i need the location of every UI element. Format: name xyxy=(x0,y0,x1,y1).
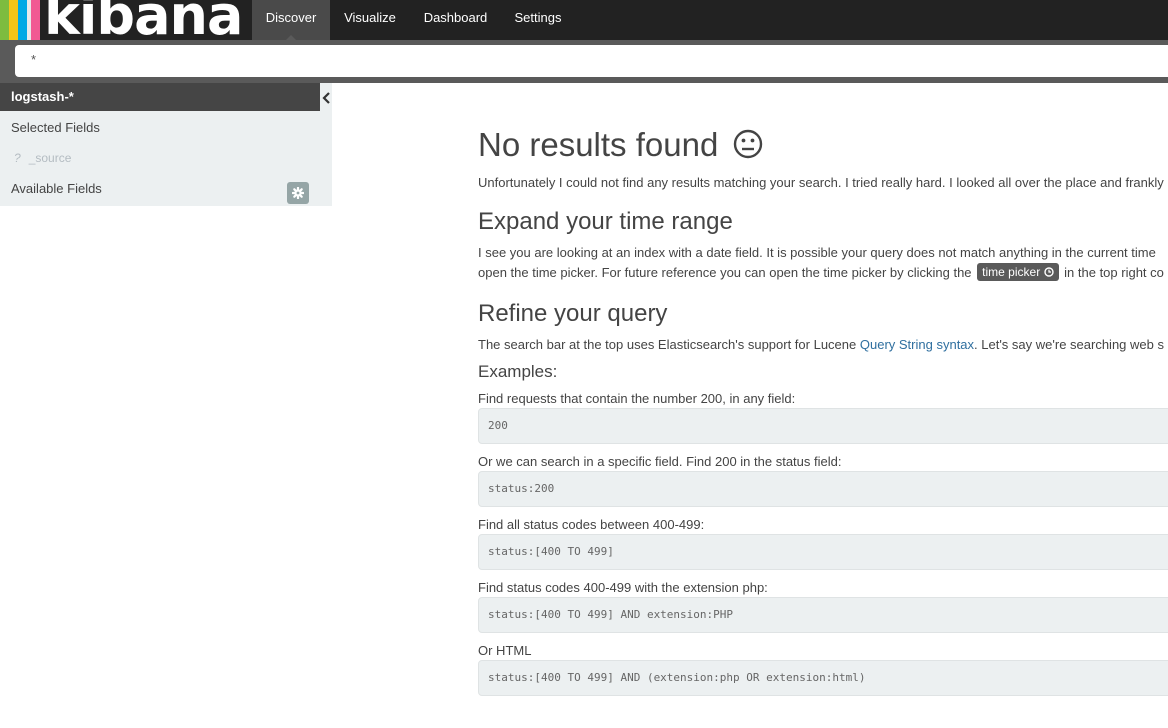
example-query: status:[400 TO 499] AND (extension:php O… xyxy=(478,660,1168,696)
refine-query-text: The search bar at the top uses Elasticse… xyxy=(478,337,1164,352)
example-description: Or we can search in a specific field. Fi… xyxy=(478,454,842,469)
example-query: 200 xyxy=(478,408,1168,444)
tab-dashboard[interactable]: Dashboard xyxy=(410,0,501,40)
search-input[interactable]: * xyxy=(15,45,1168,77)
source-field-item[interactable]: ? _source xyxy=(14,151,71,165)
neutral-face-icon xyxy=(734,129,763,159)
collapse-sidebar-button[interactable] xyxy=(320,83,332,111)
time-range-text-2: open the time picker. For future referen… xyxy=(478,263,1164,281)
refine-query-heading: Refine your query xyxy=(478,300,668,327)
time-picker-button[interactable]: time picker xyxy=(977,263,1059,281)
top-navbar: kibana Discover Visualize Dashboard Sett… xyxy=(0,0,1168,40)
gear-icon xyxy=(292,187,304,199)
logo-text: kibana xyxy=(44,0,243,40)
tab-settings[interactable]: Settings xyxy=(501,0,575,40)
example-query: status:[400 TO 499] AND extension:PHP xyxy=(478,597,1168,633)
logo-stripe xyxy=(18,0,27,40)
kibana-logo[interactable]: kibana xyxy=(0,0,252,40)
example-query: status:200 xyxy=(478,471,1168,507)
chevron-left-icon xyxy=(322,92,330,104)
clock-icon xyxy=(1043,267,1054,277)
time-range-text-1: I see you are looking at an index with a… xyxy=(478,245,1156,260)
example-description: Find requests that contain the number 20… xyxy=(478,391,796,406)
search-bar-container: * xyxy=(0,40,1168,83)
example-description: Or HTML xyxy=(478,643,532,658)
unknown-type-icon: ? xyxy=(14,151,21,165)
field-settings-button[interactable] xyxy=(287,182,309,204)
field-sidebar: logstash-* Selected Fields ? _source Avai… xyxy=(0,83,332,206)
example-description: Find status codes 400-499 with the exten… xyxy=(478,580,768,595)
index-pattern-selector[interactable]: logstash-* xyxy=(0,83,320,111)
field-name: _source xyxy=(28,151,72,165)
no-results-intro: Unfortunately I could not find any resul… xyxy=(478,175,1164,190)
query-string-syntax-link[interactable]: Query String syntax xyxy=(860,337,974,352)
logo-stripe xyxy=(31,0,40,40)
logo-stripe xyxy=(0,0,9,40)
selected-fields-heading: Selected Fields xyxy=(11,120,100,135)
tab-visualize[interactable]: Visualize xyxy=(330,0,410,40)
tab-discover[interactable]: Discover xyxy=(252,0,330,40)
example-query: status:[400 TO 499] xyxy=(478,534,1168,570)
time-range-heading: Expand your time range xyxy=(478,208,733,235)
example-description: Find all status codes between 400-499: xyxy=(478,517,705,532)
examples-heading: Examples: xyxy=(478,362,558,381)
available-fields-heading: Available Fields xyxy=(11,181,102,196)
logo-stripe xyxy=(9,0,18,40)
page-title: No results found xyxy=(478,126,763,164)
